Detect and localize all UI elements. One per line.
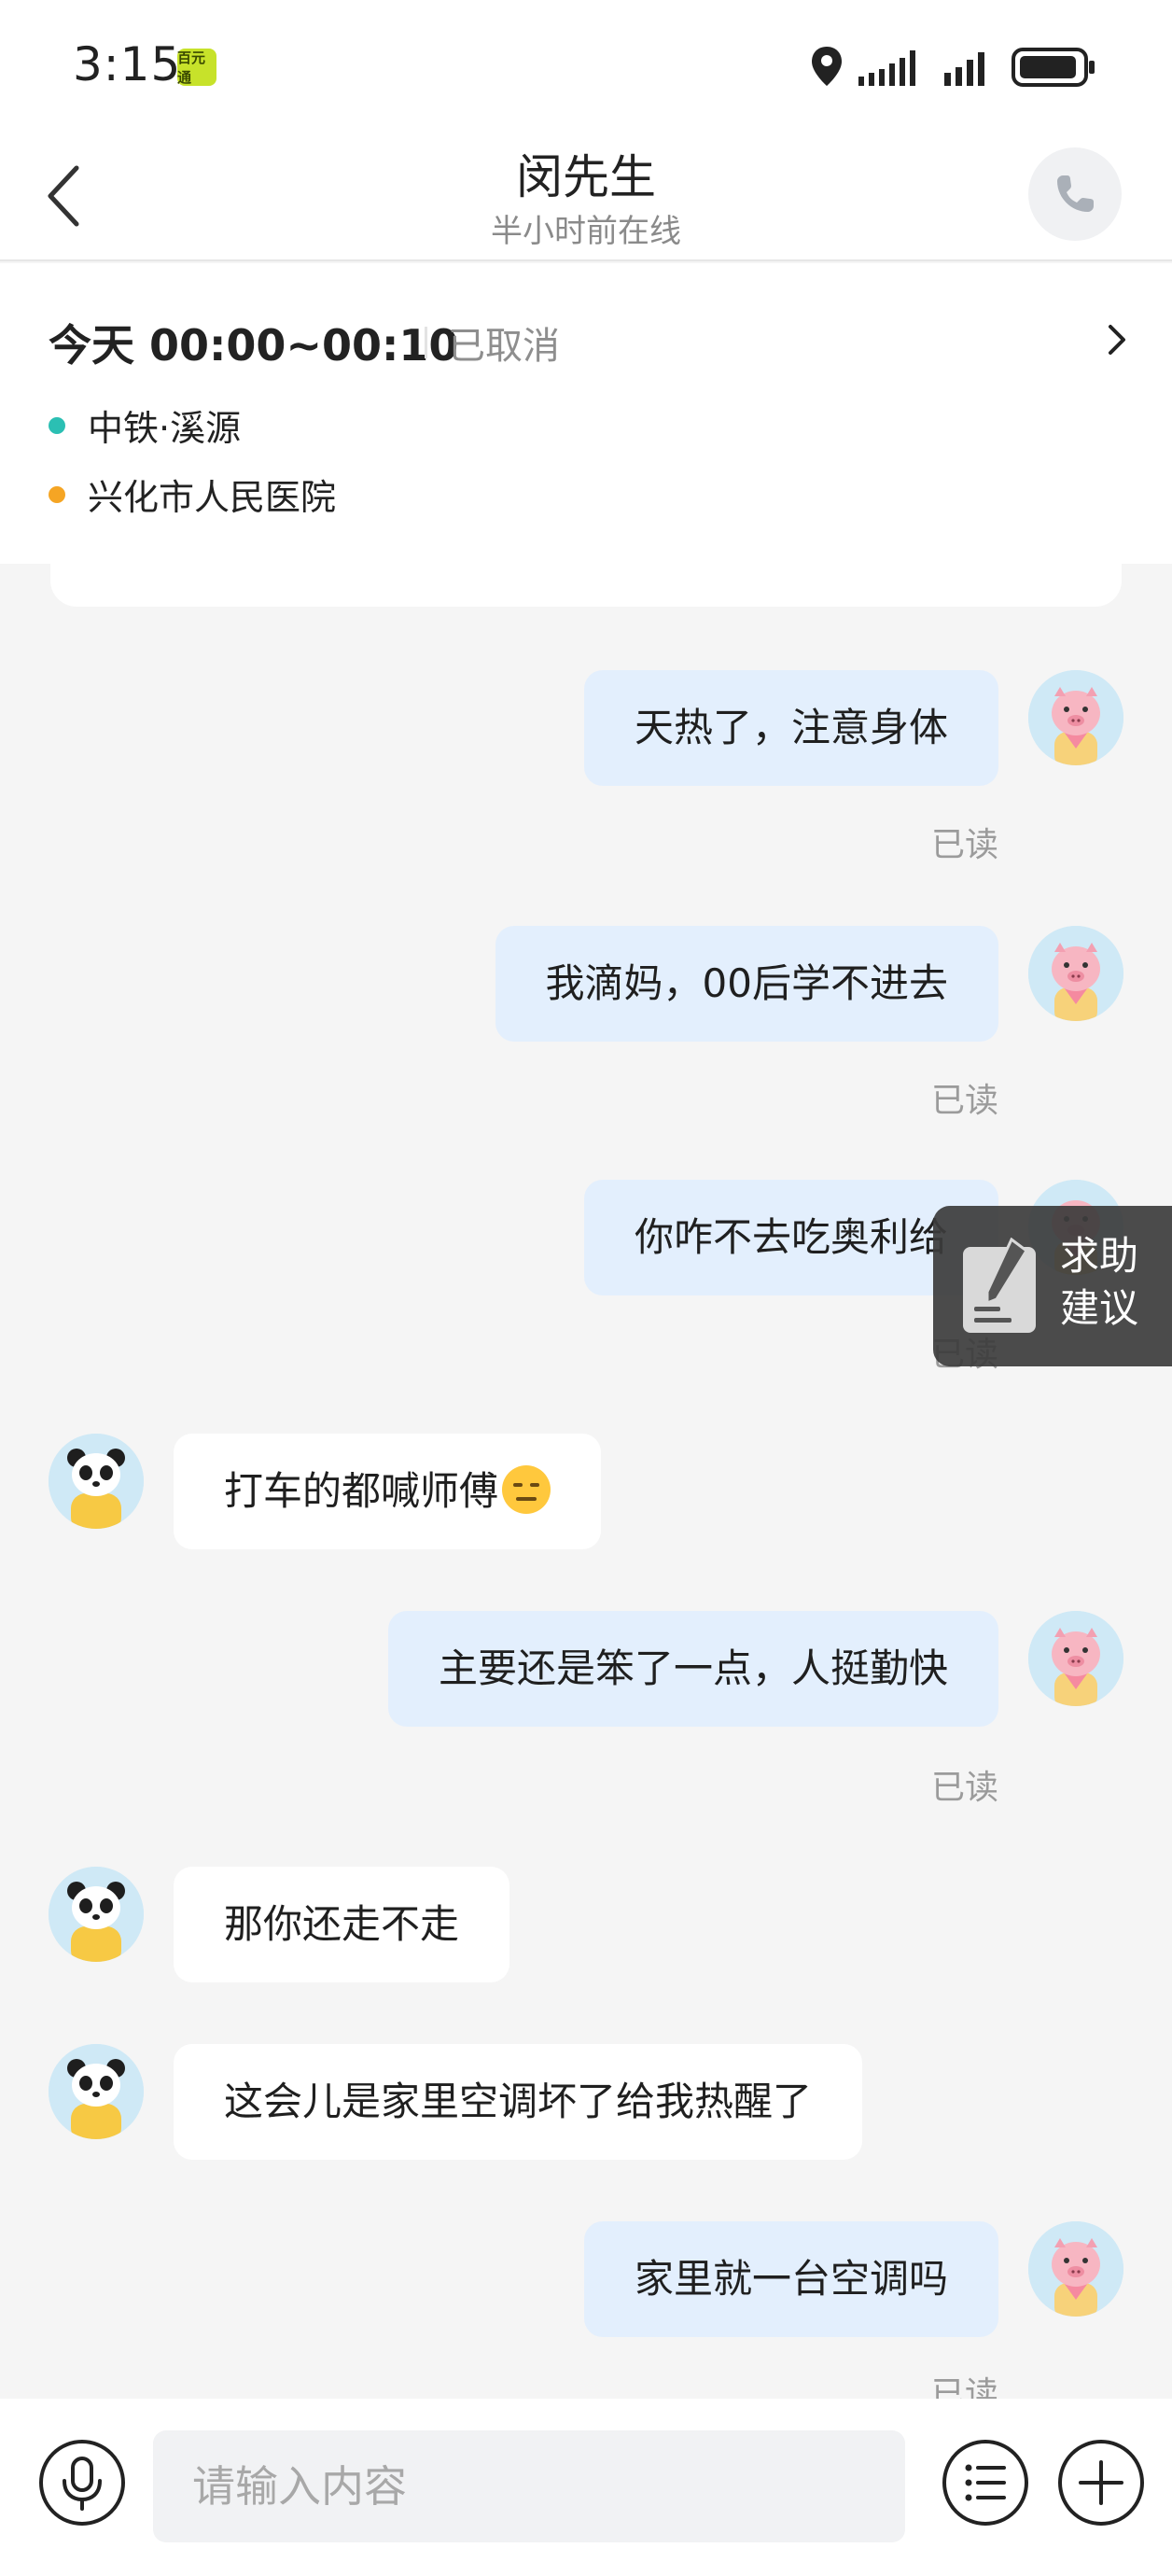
end-dot-icon	[49, 485, 65, 503]
app-badge-icon: 百元通	[177, 49, 216, 86]
phone-icon	[1057, 175, 1094, 212]
message-bubble-incoming[interactable]: 打车的都喊师傅	[174, 1434, 602, 1549]
trip-start-location: 中铁·溪源	[49, 399, 241, 451]
self-avatar[interactable]	[1028, 2221, 1123, 2317]
help-suggestion-button[interactable]: 求助建议	[933, 1206, 1172, 1366]
trip-start-label: 中铁·溪源	[88, 408, 242, 449]
microphone-icon[interactable]	[35, 2436, 129, 2529]
panda-avatar-icon	[49, 1867, 144, 1962]
contact-avatar[interactable]	[49, 2044, 144, 2139]
panda-avatar-icon	[49, 1434, 144, 1529]
location-icon	[812, 47, 842, 86]
message-bubble-outgoing[interactable]: 主要还是笨了一点，人挺勤快	[387, 1611, 998, 1727]
contact-avatar[interactable]	[49, 1867, 144, 1962]
self-avatar[interactable]	[1028, 1611, 1123, 1706]
call-button[interactable]	[1028, 147, 1122, 241]
contact-name: 闵先生	[516, 150, 656, 204]
message-bubble-incoming[interactable]: 那你还走不走	[174, 1867, 510, 1982]
trip-end-label: 兴化市人民医院	[88, 477, 337, 518]
panda-avatar-icon	[49, 2044, 144, 2139]
plus-icon[interactable]	[1054, 2436, 1148, 2529]
message-bubble-incoming[interactable]: 这会儿是家里空调坏了给我热醒了	[174, 2044, 863, 2160]
start-dot-icon	[49, 416, 65, 434]
chevron-right-icon[interactable]	[1103, 319, 1131, 360]
read-receipt: 已读	[930, 1769, 998, 1807]
pig-avatar-icon	[1028, 2221, 1123, 2317]
status-time: 3:15	[73, 37, 182, 91]
message-bubble-outgoing[interactable]: 家里就一台空调吗	[583, 2221, 998, 2337]
battery-icon	[1012, 48, 1095, 87]
message-input[interactable]	[153, 2430, 905, 2542]
signal-strength-icon	[858, 50, 915, 86]
trip-status: 已取消	[448, 325, 560, 368]
pig-avatar-icon	[1028, 926, 1123, 1021]
menu-list-icon[interactable]	[939, 2436, 1032, 2529]
message-bubble-outgoing[interactable]: 我滴妈，00后学不进去	[495, 926, 998, 1042]
message-bubble-outgoing[interactable]: 天热了，注意身体	[583, 670, 998, 786]
signal-strength-icon	[944, 52, 984, 86]
edit-note-icon	[963, 1238, 1036, 1333]
divider	[425, 327, 427, 358]
read-receipt: 已读	[930, 1082, 998, 1120]
pig-avatar-icon	[1028, 670, 1123, 765]
read-receipt: 已读	[930, 826, 998, 864]
status-bar: 3:15 百元通	[0, 0, 1172, 131]
pig-avatar-icon	[1028, 1611, 1123, 1706]
expressionless-face-icon	[502, 1465, 551, 1514]
self-avatar[interactable]	[1028, 926, 1123, 1021]
trip-card-bottom	[50, 564, 1122, 607]
chat-header: 闵先生 半小时前在线	[0, 131, 1172, 261]
help-suggestion-label: 求助建议	[1060, 1233, 1139, 1331]
trip-time: 今天 00:00~00:10	[49, 320, 459, 371]
online-status: 半小时前在线	[491, 213, 681, 250]
message-text: 打车的都喊师傅	[224, 1468, 499, 1514]
contact-avatar[interactable]	[49, 1434, 144, 1529]
trip-end-location: 兴化市人民医院	[49, 469, 336, 520]
self-avatar[interactable]	[1028, 670, 1123, 765]
